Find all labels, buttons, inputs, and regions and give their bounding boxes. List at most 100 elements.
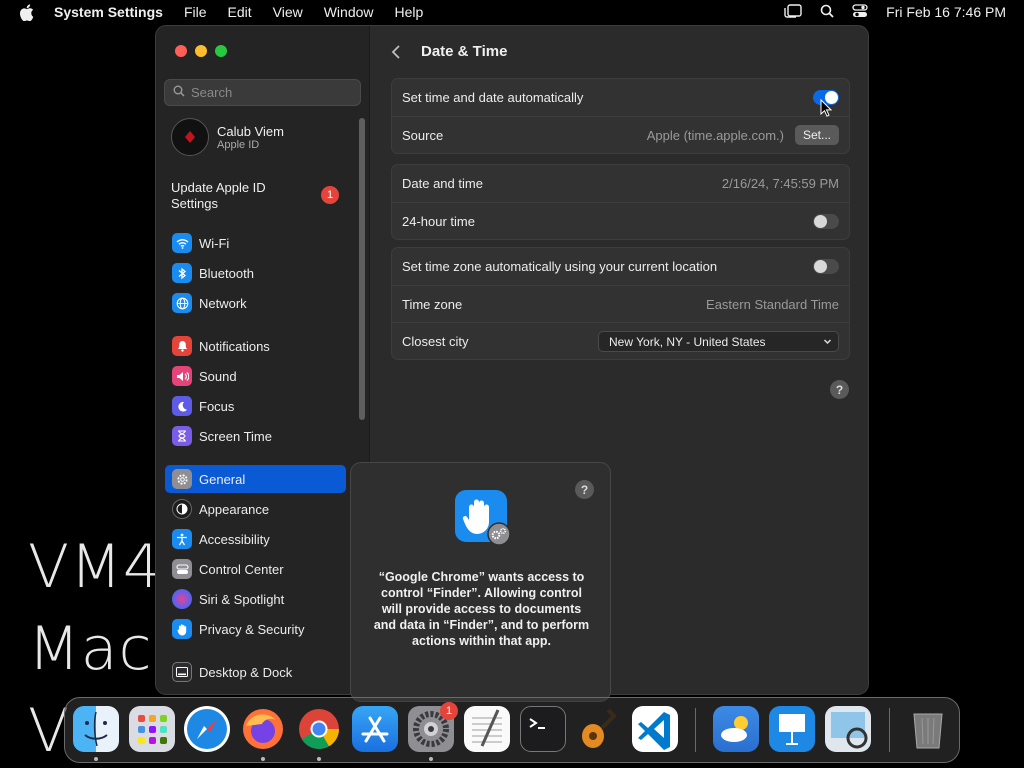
safari-dock-icon[interactable]	[184, 706, 230, 752]
running-indicator	[94, 757, 98, 761]
sidebar-item-privacy-security[interactable]: Privacy & Security	[165, 615, 345, 643]
appearance-icon	[172, 499, 192, 519]
sidebar-item-label: Privacy & Security	[199, 621, 305, 637]
gear-icon	[172, 469, 192, 489]
sidebar-item-notifications[interactable]: Notifications	[165, 332, 345, 360]
menu-window[interactable]: Window	[324, 4, 374, 20]
profile-subtitle: Apple ID	[217, 138, 260, 151]
globe-icon	[172, 293, 192, 313]
wallpaper-text: VM4	[28, 532, 162, 602]
firefox-dock-icon[interactable]	[240, 706, 286, 752]
source-label: Source	[402, 127, 444, 143]
preview-dock-icon[interactable]	[825, 706, 871, 752]
stage-manager-icon[interactable]	[784, 3, 802, 21]
sidebar-item-sound[interactable]: Sound	[165, 362, 345, 390]
sidebar-item-desktop-dock[interactable]: Desktop & Dock	[165, 658, 345, 686]
minimize-button[interactable]	[195, 45, 207, 57]
search-input[interactable]: Search	[164, 79, 361, 106]
finder-dock-icon[interactable]	[73, 706, 119, 752]
weather-dock-icon[interactable]	[713, 706, 759, 752]
menu-bar: System Settings File Edit View Window He…	[0, 0, 1024, 24]
source-row: Source Apple (time.apple.com.) Set...	[392, 116, 849, 153]
hour24-toggle[interactable]	[813, 213, 839, 229]
avatar	[171, 118, 209, 156]
sidebar-item-label: Siri & Spotlight	[199, 591, 285, 607]
textedit-dock-icon[interactable]	[464, 706, 510, 752]
sidebar-item-appearance[interactable]: Appearance	[165, 495, 345, 523]
tz-auto-row: Set time zone automatically using your c…	[392, 248, 849, 285]
menu-clock[interactable]: Fri Feb 16 7:46 PM	[886, 4, 1006, 20]
menu-file[interactable]: File	[184, 4, 207, 20]
sidebar-item-focus[interactable]: Focus	[165, 392, 345, 420]
running-indicator	[261, 757, 265, 761]
search-placeholder: Search	[191, 85, 233, 100]
dock-separator	[889, 708, 890, 752]
accessibility-icon	[172, 529, 192, 549]
menu-view[interactable]: View	[273, 4, 303, 20]
sidebar-item-general[interactable]: General	[165, 465, 346, 493]
sidebar-item-label: Screen Time	[199, 428, 272, 444]
notification-badge: 1	[321, 186, 339, 204]
sidebar-item-label: General	[199, 471, 246, 487]
bluetooth-icon	[172, 263, 192, 283]
hourglass-icon	[172, 426, 192, 446]
time-zone-row: Time zone Eastern Standard Time	[392, 285, 849, 322]
menu-app-name[interactable]: System Settings	[54, 4, 163, 20]
sidebar-item-control-center[interactable]: Control Center	[165, 555, 345, 583]
close-button[interactable]	[175, 45, 187, 57]
back-chevron-icon[interactable]	[391, 44, 401, 59]
launchpad-dock-icon[interactable]	[129, 706, 175, 752]
sidebar-item-label: Accessibility	[199, 531, 270, 547]
menu-edit[interactable]: Edit	[228, 4, 252, 20]
automatic-time-group: Set time and date automatically Source A…	[391, 78, 850, 154]
dialog-message: “Google Chrome” wants access to control …	[373, 570, 590, 648]
help-button[interactable]: ?	[830, 380, 849, 399]
sidebar-item-network[interactable]: Network	[165, 289, 345, 317]
siri-icon	[172, 589, 192, 609]
sidebar-item-label: Desktop & Dock	[199, 664, 293, 680]
keynote-dock-icon[interactable]	[769, 706, 815, 752]
terminal-dock-icon[interactable]	[520, 706, 566, 752]
sidebar-item-label: Focus	[199, 398, 235, 414]
apple-menu-icon[interactable]	[19, 3, 35, 21]
permission-dialog: ? “Google Chrome” wants access to contro…	[350, 462, 611, 702]
tz-auto-toggle[interactable]	[813, 259, 839, 274]
speaker-icon	[172, 366, 192, 386]
privacy-hand-icon	[455, 490, 511, 546]
running-indicator	[317, 757, 321, 761]
sidebar-item-screen-time[interactable]: Screen Time	[165, 422, 345, 450]
trash-dock-icon[interactable]	[905, 706, 951, 752]
profile-name: Calub Viem	[217, 123, 284, 139]
app-store-dock-icon[interactable]	[352, 706, 398, 752]
control-center-icon[interactable]	[852, 3, 868, 21]
sidebar-item-siri-spotlight[interactable]: Siri & Spotlight	[165, 585, 345, 613]
sidebar-scrollbar[interactable]	[359, 118, 365, 420]
apple-id-profile[interactable]: Calub Viem Apple ID	[171, 118, 284, 156]
date-time-value[interactable]: 2/16/24, 7:45:59 PM	[722, 176, 839, 191]
sidebar-item-label: Appearance	[199, 501, 270, 517]
moon-icon	[172, 396, 192, 416]
dialog-help-button[interactable]: ?	[575, 480, 594, 499]
spotlight-search-icon[interactable]	[820, 4, 834, 21]
sidebar-item-bluetooth[interactable]: Bluetooth	[165, 259, 345, 287]
dock: 1	[64, 697, 960, 763]
sidebar-item-label: Bluetooth	[199, 265, 254, 281]
sidebar-item-wifi[interactable]: Wi-Fi	[165, 229, 345, 257]
set-source-button[interactable]: Set...	[794, 125, 839, 145]
sidebar-item-accessibility[interactable]: Accessibility	[165, 525, 345, 553]
auto-time-label: Set time and date automatically	[402, 90, 584, 105]
closest-city-select[interactable]: New York, NY - United States	[598, 331, 839, 352]
vscode-dock-icon[interactable]	[632, 706, 678, 752]
menu-help[interactable]: Help	[395, 4, 424, 20]
tz-auto-label: Set time zone automatically using your c…	[402, 259, 718, 274]
update-apple-id-item[interactable]: Update Apple ID Settings	[171, 180, 311, 212]
sidebar-item-label: Sound	[199, 368, 237, 384]
sidebar-item-label: Wi-Fi	[199, 235, 230, 251]
chrome-dock-icon[interactable]	[296, 706, 342, 752]
auto-time-row: Set time and date automatically	[392, 79, 849, 116]
sidebar-item-label: Network	[199, 295, 247, 311]
closest-city-label: Closest city	[402, 333, 469, 349]
dock-separator	[695, 708, 696, 752]
zoom-button[interactable]	[215, 45, 227, 57]
garageband-dock-icon[interactable]	[576, 706, 622, 752]
